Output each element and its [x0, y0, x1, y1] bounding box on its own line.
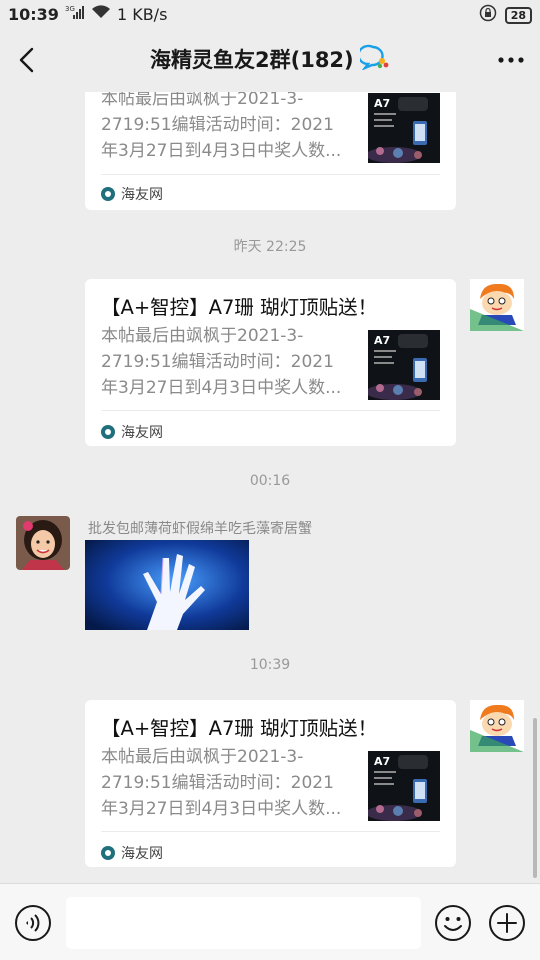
- link-card-source: 海友网: [101, 422, 163, 442]
- link-card-title: 【A+智控】A7珊 瑚灯顶贴送！: [101, 717, 378, 740]
- source-logo-icon: [101, 425, 115, 439]
- link-card-title: 【A+智控】A7珊 瑚灯顶贴送！: [101, 296, 378, 319]
- glowing-hand-image: [85, 540, 249, 630]
- link-card-2[interactable]: 【A+智控】A7珊 瑚灯顶贴送！ 本帖最后由飒枫于2021-3-2719:51编…: [85, 279, 456, 446]
- my-avatar[interactable]: [470, 279, 524, 331]
- signal-icon: 3G: [65, 4, 85, 24]
- link-card-thumbnail: A7: [368, 751, 440, 821]
- timestamp: 00:16: [249, 473, 291, 489]
- voice-input-button[interactable]: [14, 904, 52, 942]
- lock-rotation-icon: [479, 4, 497, 26]
- battery-indicator: 28: [504, 6, 532, 24]
- link-card-3[interactable]: 【A+智控】A7珊 瑚灯顶贴送！ 本帖最后由飒枫于2021-3-2719:51编…: [85, 700, 456, 867]
- more-functions-button[interactable]: [488, 904, 526, 942]
- network-type: 3G: [65, 5, 75, 13]
- sender-name: 批发包邮薄荷虾假绵羊吃毛藻寄居蟹: [88, 521, 312, 537]
- back-arrow-icon: [19, 47, 34, 73]
- timestamp: 昨天 22:25: [233, 239, 307, 255]
- link-card-desc: 本帖最后由飒枫于2021-3-2719:51编辑活动时间：2021年3月27日到…: [101, 747, 342, 819]
- source-logo-icon: [101, 187, 115, 201]
- source-name: 海友网: [121, 425, 163, 441]
- source-name: 海友网: [121, 187, 163, 203]
- emoji-icon: [435, 905, 471, 941]
- emoji-button[interactable]: [434, 904, 472, 942]
- more-dots-icon: [498, 57, 524, 63]
- group-chat-icon: [356, 44, 390, 74]
- chat-scrollbar[interactable]: [533, 718, 537, 878]
- cartoon-avatar-icon: [470, 700, 524, 752]
- chat-area[interactable]: 本帖最后由飒枫于2021-3-2719:51编辑活动时间：2021年3月27日到…: [0, 92, 540, 882]
- more-button[interactable]: [494, 44, 528, 76]
- link-card-desc: 本帖最后由飒枫于2021-3-2719:51编辑活动时间：2021年3月27日到…: [101, 92, 342, 161]
- link-card-source: 海友网: [101, 843, 163, 863]
- my-avatar[interactable]: [470, 700, 524, 752]
- message-input[interactable]: [66, 897, 421, 949]
- sender-avatar[interactable]: [16, 516, 70, 570]
- girl-avatar-icon: [16, 516, 70, 570]
- link-card-divider: [101, 174, 440, 175]
- link-card-source: 海友网: [101, 184, 163, 204]
- page-title: 海精灵鱼友2群(182): [150, 48, 354, 72]
- status-bar: 10:39 3G 1 KB/s 28: [0, 0, 540, 28]
- link-card-1[interactable]: 本帖最后由飒枫于2021-3-2719:51编辑活动时间：2021年3月27日到…: [85, 92, 456, 210]
- plus-icon: [489, 905, 525, 941]
- title-wrap: 海精灵鱼友2群(182): [150, 44, 390, 74]
- cartoon-avatar-icon: [470, 279, 524, 331]
- title-bar: 海精灵鱼友2群(182): [0, 28, 540, 92]
- timestamp: 10:39: [249, 657, 291, 673]
- thumb-label: A7: [374, 97, 390, 110]
- thumb-label: A7: [374, 334, 390, 347]
- link-card-divider: [101, 410, 440, 411]
- link-card-desc: 本帖最后由飒枫于2021-3-2719:51编辑活动时间：2021年3月27日到…: [101, 326, 342, 398]
- source-logo-icon: [101, 846, 115, 860]
- link-card-thumbnail: A7: [368, 330, 440, 400]
- source-name: 海友网: [121, 846, 163, 862]
- voice-icon: [15, 905, 51, 941]
- status-right: 28: [479, 4, 532, 26]
- input-bar: [0, 883, 540, 960]
- link-card-divider: [101, 831, 440, 832]
- back-button[interactable]: [12, 44, 44, 76]
- image-message[interactable]: [85, 540, 249, 630]
- status-time: 10:39: [8, 4, 59, 24]
- thumb-label: A7: [374, 755, 390, 768]
- network-speed: 1 KB/s: [116, 4, 168, 24]
- status-left: 10:39 3G 1 KB/s: [8, 4, 167, 24]
- link-card-thumbnail: A7: [368, 93, 440, 163]
- wifi-icon: [91, 4, 111, 24]
